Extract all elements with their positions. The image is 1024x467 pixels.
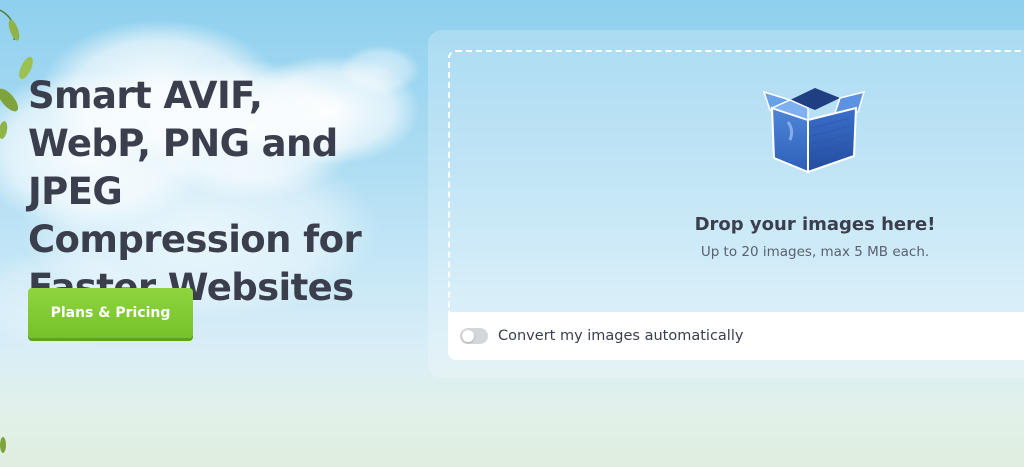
options-bar: Convert my images automatically [448, 312, 1024, 360]
toggle-knob [462, 330, 474, 342]
hero-headline: Smart AVIF, WebP, PNG and JPEG Compressi… [28, 74, 362, 309]
dropzone-title: Drop your images here! [694, 214, 936, 235]
convert-toggle-label[interactable]: Convert my images automatically [498, 328, 743, 344]
convert-toggle[interactable] [460, 328, 488, 344]
image-dropzone[interactable] [448, 50, 1024, 312]
box-icon [762, 88, 866, 174]
plans-pricing-button[interactable]: Plans & Pricing [28, 288, 193, 338]
hero-section: Smart AVIF, WebP, PNG and JPEG Compressi… [28, 72, 428, 312]
dropzone-subtitle: Up to 20 images, max 5 MB each. [700, 244, 930, 260]
